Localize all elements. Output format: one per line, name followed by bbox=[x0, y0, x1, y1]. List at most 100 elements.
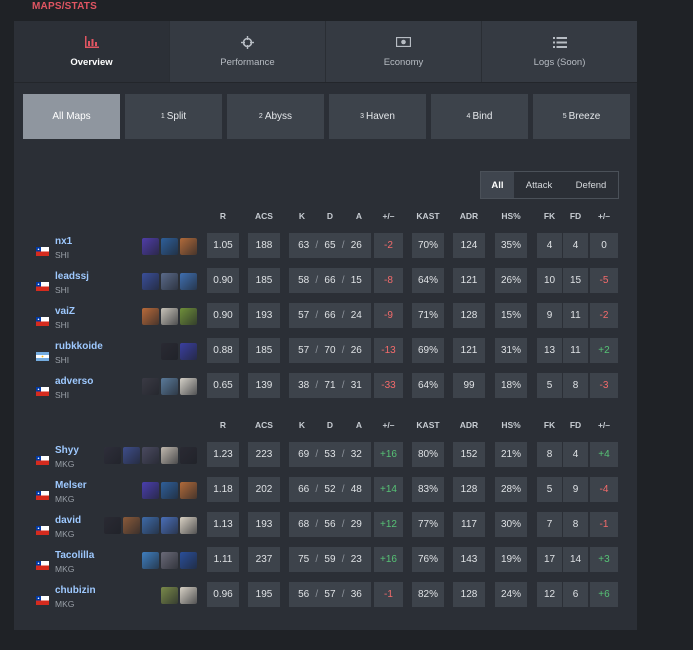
stat-fk: 5 bbox=[537, 373, 562, 398]
player-name-link[interactable]: Melser bbox=[55, 480, 87, 491]
stat-d: 65 bbox=[324, 240, 336, 251]
stat-value: 185 bbox=[255, 345, 273, 356]
column-header-k: K bbox=[298, 211, 306, 221]
stat-r: 1.11 bbox=[207, 547, 239, 572]
stat-r: 0.65 bbox=[207, 373, 239, 398]
stat-kda: 63 / 65 / 26 bbox=[289, 233, 371, 258]
stat-pm: +16 bbox=[374, 442, 403, 467]
map-button-abyss[interactable]: 2 Abyss bbox=[227, 94, 324, 139]
stat-acs: 188 bbox=[248, 233, 280, 258]
money-icon bbox=[396, 35, 412, 49]
stat-value: +4 bbox=[598, 449, 610, 460]
stat-value: 30% bbox=[500, 519, 521, 530]
chile-flag-icon bbox=[36, 592, 49, 605]
agent-icon bbox=[161, 343, 178, 360]
stat-pm: -1 bbox=[374, 582, 403, 607]
stat-value: 76% bbox=[417, 554, 438, 565]
stat-pm: -33 bbox=[374, 373, 403, 398]
stat-fpm: +3 bbox=[590, 547, 618, 572]
map-label: Abyss bbox=[264, 111, 293, 122]
stat-adr: 121 bbox=[453, 338, 485, 363]
stat-value: 193 bbox=[255, 310, 273, 321]
stat-k: 57 bbox=[298, 345, 310, 356]
stat-value: 1.05 bbox=[213, 240, 233, 251]
player-row: nx1 SHI 1.05 188 63 / 65 / 26 -2 70% 124 35% 4 4 0 bbox=[14, 233, 637, 268]
map-button-bind[interactable]: 4 Bind bbox=[431, 94, 528, 139]
slash-separator: / bbox=[341, 554, 345, 565]
stat-value: 152 bbox=[460, 449, 478, 460]
stat-fd: 6 bbox=[563, 582, 588, 607]
stat-fk: 17 bbox=[537, 547, 562, 572]
player-name-link[interactable]: Tacolilla bbox=[55, 550, 94, 561]
stat-fd: 4 bbox=[563, 442, 588, 467]
column-header-fk: FK bbox=[543, 420, 556, 430]
stat-fpm: 0 bbox=[590, 233, 618, 258]
player-row: Tacolilla MKG 1.11 237 75 / 59 / 23 +16 76% 143 19% 1… bbox=[14, 547, 637, 582]
agent-icons bbox=[142, 552, 197, 569]
column-header-hs: HS% bbox=[501, 211, 521, 221]
side-filter-attack[interactable]: Attack bbox=[514, 172, 564, 198]
side-filter-all[interactable]: All bbox=[481, 172, 514, 198]
player-name-link[interactable]: vaiZ bbox=[55, 306, 75, 317]
stat-value: 188 bbox=[255, 240, 273, 251]
stat-value: +14 bbox=[380, 484, 397, 495]
stat-value: 24% bbox=[500, 589, 521, 600]
stat-acs: 202 bbox=[248, 477, 280, 502]
agent-icon bbox=[161, 273, 178, 290]
agent-icons bbox=[142, 238, 197, 255]
stat-kda: 57 / 66 / 24 bbox=[289, 303, 371, 328]
column-header-kast: KAST bbox=[416, 211, 440, 221]
map-label: Split bbox=[166, 111, 187, 122]
map-button-haven[interactable]: 3 Haven bbox=[329, 94, 426, 139]
tab-label: Performance bbox=[220, 57, 275, 68]
player-name-link[interactable]: Shyy bbox=[55, 445, 79, 456]
stat-r: 1.18 bbox=[207, 477, 239, 502]
stat-fpm: +6 bbox=[590, 582, 618, 607]
stat-acs: 237 bbox=[248, 547, 280, 572]
agent-icons bbox=[104, 447, 197, 464]
player-name-link[interactable]: david bbox=[55, 515, 81, 526]
map-button-split[interactable]: 1 Split bbox=[125, 94, 222, 139]
tab-performance[interactable]: Performance bbox=[170, 21, 326, 82]
side-filter-defend[interactable]: Defend bbox=[564, 172, 618, 198]
map-button-breeze[interactable]: 5 Breeze bbox=[533, 94, 630, 139]
stat-value: 83% bbox=[417, 484, 438, 495]
stat-fpm: -1 bbox=[590, 512, 618, 537]
tab-overview[interactable]: Overview bbox=[14, 21, 170, 82]
tab-logs[interactable]: Logs (Soon) bbox=[482, 21, 637, 82]
player-name-link[interactable]: leadssj bbox=[55, 271, 89, 282]
stat-acs: 185 bbox=[248, 338, 280, 363]
player-name-link[interactable]: adverso bbox=[55, 376, 93, 387]
player-team-tag: MKG bbox=[55, 529, 75, 539]
stat-value: 26% bbox=[500, 275, 521, 286]
map-button-all-maps[interactable]: All Maps bbox=[23, 94, 120, 139]
stat-kast: 71% bbox=[412, 303, 444, 328]
map-number: 3 bbox=[360, 113, 364, 120]
agent-icon bbox=[161, 308, 178, 325]
stat-kda: 38 / 71 / 31 bbox=[289, 373, 371, 398]
stat-fk: 9 bbox=[537, 303, 562, 328]
player-name-link[interactable]: rubkkoide bbox=[55, 341, 103, 352]
agent-icon bbox=[142, 273, 159, 290]
stat-value: 8 bbox=[572, 380, 579, 391]
stat-value: 121 bbox=[460, 345, 478, 356]
column-header-r: R bbox=[219, 211, 227, 221]
stat-hs: 18% bbox=[495, 373, 527, 398]
slash-separator: / bbox=[341, 275, 345, 286]
stat-pm: -2 bbox=[374, 233, 403, 258]
stat-value: 139 bbox=[255, 380, 273, 391]
player-name-link[interactable]: nx1 bbox=[55, 236, 72, 247]
tab-economy[interactable]: Economy bbox=[326, 21, 482, 82]
agent-icon bbox=[180, 238, 197, 255]
stat-r: 0.88 bbox=[207, 338, 239, 363]
player-team-tag: MKG bbox=[55, 599, 75, 609]
agent-icon bbox=[161, 238, 178, 255]
chile-flag-icon bbox=[36, 313, 49, 326]
player-name-link[interactable]: chubizin bbox=[55, 585, 96, 596]
column-header-acs: ACS bbox=[255, 420, 273, 430]
stat-value: 21% bbox=[500, 449, 521, 460]
stat-kda: 66 / 52 / 48 bbox=[289, 477, 371, 502]
agent-icons bbox=[161, 587, 197, 604]
agent-icons bbox=[142, 273, 197, 290]
stat-fpm: +2 bbox=[590, 338, 618, 363]
